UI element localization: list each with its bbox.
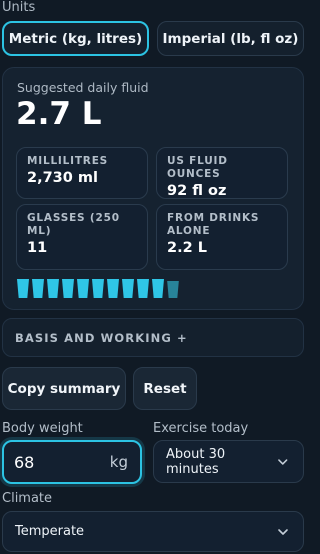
glass-icon [137,279,149,298]
stat-glasses: GLASSES (250 ML) 11 [16,204,148,270]
glass-icon [17,279,29,298]
result-card: Suggested daily fluid 2.7 L MILLILITRES … [2,67,304,310]
exercise-label: Exercise today [153,421,249,436]
body-weight-input[interactable]: 68 kg [2,440,142,484]
units-label: Units [2,0,36,15]
glass-icon [32,279,44,298]
stat-label: MILLILITRES [27,155,109,167]
glass-icon [122,279,134,298]
chevron-down-icon [278,458,288,465]
suggested-fluid-label: Suggested daily fluid [17,80,149,95]
glass-icon [77,279,89,298]
glass-icon [107,279,119,298]
stat-value: 2,730 ml [27,170,98,186]
climate-select-value: Temperate [15,524,85,539]
copy-summary-button[interactable]: Copy summary [2,367,126,410]
climate-label: Climate [2,491,53,506]
exercise-select-value: About 30 minutes [166,446,226,477]
glass-icon [152,279,164,298]
stat-millilitres: MILLILITRES 2,730 ml [16,147,148,199]
glasses-visual [17,279,179,298]
reset-button[interactable]: Reset [133,367,197,410]
stat-label: FROM DRINKS ALONE [167,212,260,237]
glass-icon [62,279,74,298]
stat-label: GLASSES (250 ML) [27,212,120,237]
stat-value: 11 [27,240,48,256]
total-fluid-value: 2.7 L [16,96,102,132]
basis-and-working-toggle[interactable]: BASIS AND WORKING + [2,318,304,357]
metric-units-button[interactable]: Metric (kg, litres) [2,21,149,56]
exercise-select[interactable]: About 30 minutes [153,440,304,483]
body-weight-label: Body weight [2,421,83,436]
imperial-units-button[interactable]: Imperial (lb, fl oz) [157,21,304,56]
glass-partial-icon [167,279,179,298]
stat-value: 92 fl oz [167,183,227,199]
chevron-down-icon [278,528,288,535]
glass-icon [92,279,104,298]
body-weight-unit: kg [109,453,128,471]
body-weight-value[interactable]: 68 [14,453,34,472]
glass-icon [47,279,59,298]
climate-select[interactable]: Temperate [2,511,304,552]
stat-us-fluid-ounces: US FLUID OUNCES 92 fl oz [156,147,288,199]
stat-label: US FLUID OUNCES [167,155,228,180]
stat-value: 2.2 L [167,240,207,256]
stat-from-drinks: FROM DRINKS ALONE 2.2 L [156,204,288,270]
